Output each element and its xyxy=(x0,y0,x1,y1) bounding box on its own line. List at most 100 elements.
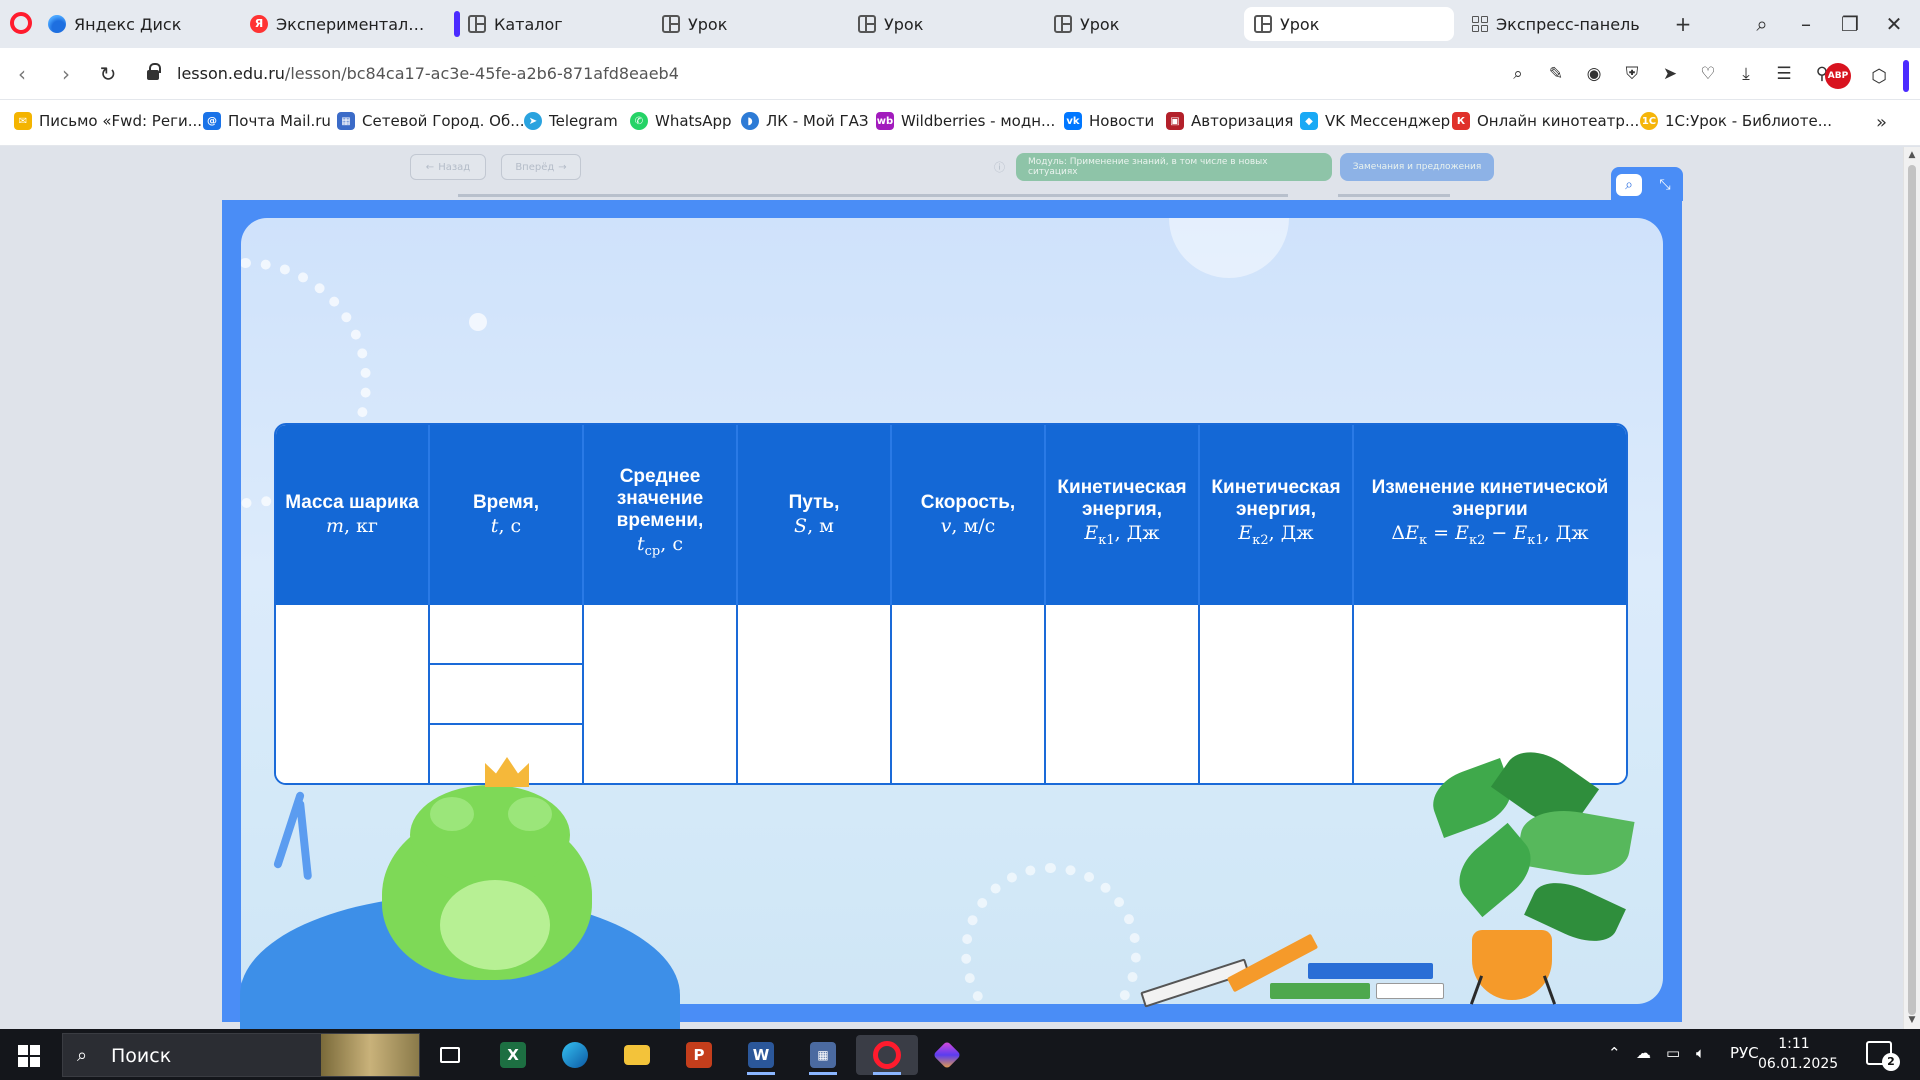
tab-lesson-1[interactable]: Урок xyxy=(652,7,842,41)
book-illustration xyxy=(1270,983,1370,999)
telegram-icon: ➤ xyxy=(524,112,542,130)
settings-sliders-icon[interactable]: ☰ xyxy=(1772,60,1796,88)
scroll-up-icon[interactable]: ▲ xyxy=(1907,150,1917,160)
info-icon[interactable]: ⓘ xyxy=(994,159,1005,175)
volume-icon[interactable]: 🔈︎ xyxy=(1696,1044,1705,1062)
minimize-icon[interactable]: – xyxy=(1792,10,1820,38)
task-view-icon[interactable] xyxy=(430,1035,470,1075)
tab-catalog[interactable]: Каталог xyxy=(444,7,640,41)
language-indicator[interactable]: РУС xyxy=(1730,1044,1759,1062)
bookmark-item[interactable]: К Онлайн кинотеатр... xyxy=(1452,112,1639,130)
url-field[interactable]: lesson.edu.ru/lesson/bc84ca17-ac3e-45fe-… xyxy=(177,64,679,83)
forward-icon[interactable]: › xyxy=(54,62,78,86)
extensions-icon[interactable]: ⬡ xyxy=(1866,63,1892,89)
cell-velocity[interactable] xyxy=(892,605,1046,783)
tab-lesson-2[interactable]: Урок xyxy=(848,7,1038,41)
tab-lesson-3[interactable]: Урок xyxy=(1044,7,1234,41)
restore-icon[interactable]: ❐ xyxy=(1836,10,1864,38)
cell-kinetic-energy-1[interactable] xyxy=(1046,605,1200,783)
cell-time-2[interactable] xyxy=(430,665,582,725)
bookmark-item[interactable]: ▦ Сетевой Город. Об... xyxy=(337,112,525,130)
download-icon[interactable]: ⤓ xyxy=(1734,60,1758,88)
page-search-icon[interactable]: ⌕ xyxy=(1506,60,1530,88)
feedback-button[interactable]: Замечания и предложения xyxy=(1340,153,1494,181)
cell-energy-change[interactable] xyxy=(1354,605,1626,783)
school-icon: ▦ xyxy=(337,112,355,130)
reload-icon[interactable]: ↻ xyxy=(96,62,120,86)
scrollbar-thumb[interactable] xyxy=(1908,165,1916,1015)
grid-icon xyxy=(1054,15,1072,33)
opera-taskbar-icon[interactable] xyxy=(856,1035,918,1075)
app-active-indicator xyxy=(747,1072,775,1075)
windows-start-icon[interactable] xyxy=(18,1045,40,1067)
powerpoint-icon[interactable]: P xyxy=(679,1035,719,1075)
cell-distance[interactable] xyxy=(738,605,892,783)
tab-experimental[interactable]: Я Экспериментальное оп xyxy=(240,7,438,41)
bookmark-item[interactable]: ➤ Telegram xyxy=(524,112,618,130)
close-window-icon[interactable]: ✕ xyxy=(1880,10,1908,38)
cell-time-1[interactable] xyxy=(430,605,582,665)
taskbar-search-input[interactable]: ⌕ Поиск xyxy=(62,1033,420,1077)
tab-search-icon[interactable]: ⌕ xyxy=(1748,10,1776,38)
authorization-icon: ▣ xyxy=(1166,112,1184,130)
edit-icon[interactable]: ✎ xyxy=(1544,60,1568,88)
bookmark-item[interactable]: @ Почта Mail.ru xyxy=(203,112,331,130)
address-bar-actions: ⌕ ✎ ◉ ⛨ ➤ ♡ ⤓ ☰ ⚲ xyxy=(1506,60,1834,88)
frog-eye-illustration xyxy=(508,797,552,831)
heart-icon[interactable]: ♡ xyxy=(1696,60,1720,88)
gem-app-icon[interactable] xyxy=(927,1035,967,1075)
zoom-search-icon[interactable]: ⌕ xyxy=(1616,174,1642,196)
bookmarks-more-icon[interactable]: » xyxy=(1876,112,1887,133)
scroll-down-icon[interactable]: ▼ xyxy=(1907,1015,1917,1025)
tab-lesson-active[interactable]: Урок xyxy=(1244,7,1454,41)
column-header-mass: Масса шарика m, кг xyxy=(276,425,430,605)
new-tab-plus-icon[interactable]: + xyxy=(1669,10,1697,38)
cell-mass[interactable] xyxy=(276,605,430,783)
shield-icon[interactable]: ⛨ xyxy=(1620,60,1644,88)
word-icon[interactable]: W xyxy=(741,1035,781,1075)
cell-kinetic-energy-2[interactable] xyxy=(1200,605,1354,783)
slide-toolbar: ⌕ ⤡ xyxy=(1611,167,1683,201)
cell-average-time[interactable] xyxy=(584,605,738,783)
yandex-icon: Я xyxy=(250,15,268,33)
column-header-kinetic-energy-2: Кинетическая энергия, Eк2, Дж xyxy=(1200,425,1354,605)
taskbar-clock[interactable]: 1:11 06.01.2025 xyxy=(1758,1034,1838,1074)
bookmark-item[interactable]: 1С 1С:Урок - Библиоте... xyxy=(1640,112,1832,130)
network-icon[interactable]: ▭ xyxy=(1666,1044,1680,1062)
edge-icon[interactable] xyxy=(555,1035,595,1075)
sidebar-strip[interactable] xyxy=(1903,60,1909,92)
page-scrollbar[interactable]: ▲ ▼ xyxy=(1903,147,1920,1029)
cell-time xyxy=(430,605,584,783)
back-icon[interactable]: ‹ xyxy=(10,62,34,86)
tab-yandex-disk[interactable]: Яндекс Диск xyxy=(38,7,238,41)
cloud-icon[interactable]: ☁ xyxy=(1636,1044,1651,1062)
grid-icon xyxy=(858,15,876,33)
tray-chevron-icon[interactable]: ⌃ xyxy=(1608,1044,1621,1062)
bookmark-item[interactable]: wb Wildberries - модн... xyxy=(876,112,1055,130)
bookmark-item[interactable]: ✆ WhatsApp xyxy=(630,112,732,130)
gas-icon: ◗ xyxy=(741,112,759,130)
bookmark-item[interactable]: ◆ VK Мессенджер xyxy=(1300,112,1450,130)
bookmark-item[interactable]: ▣ Авторизация xyxy=(1166,112,1293,130)
frog-eye-illustration xyxy=(430,797,474,831)
camera-icon[interactable]: ◉ xyxy=(1582,60,1606,88)
column-header-average-time: Среднее значение времени, tср, с xyxy=(584,425,738,605)
excel-icon[interactable]: X xyxy=(493,1035,533,1075)
collapse-fullscreen-icon[interactable]: ⤡ xyxy=(1652,174,1678,196)
send-icon[interactable]: ➤ xyxy=(1658,60,1682,88)
module-badge[interactable]: Модуль: Применение знаний, в том числе в… xyxy=(1016,153,1332,181)
bookmark-item[interactable]: ✉ Письмо «Fwd: Реги... xyxy=(14,112,202,130)
file-explorer-icon[interactable] xyxy=(617,1035,657,1075)
calculator-icon[interactable]: ▦ xyxy=(803,1035,843,1075)
bookmark-item[interactable]: ◗ ЛК - Мой ГАЗ xyxy=(741,112,869,130)
lesson-back-button[interactable]: ← Назад xyxy=(410,154,486,180)
bookmark-item[interactable]: vk Новости xyxy=(1064,112,1154,130)
tab-express-panel[interactable]: Экспресс-панель xyxy=(1462,7,1662,41)
progress-bar-segment xyxy=(1338,194,1450,197)
yandex-disk-icon xyxy=(48,15,66,33)
adblock-icon[interactable]: ABP xyxy=(1825,63,1851,89)
wildberries-icon: wb xyxy=(876,112,894,130)
opera-logo-icon[interactable] xyxy=(10,12,32,34)
column-header-time: Время, t, с xyxy=(430,425,584,605)
lesson-forward-button[interactable]: Вперёд → xyxy=(501,154,581,180)
